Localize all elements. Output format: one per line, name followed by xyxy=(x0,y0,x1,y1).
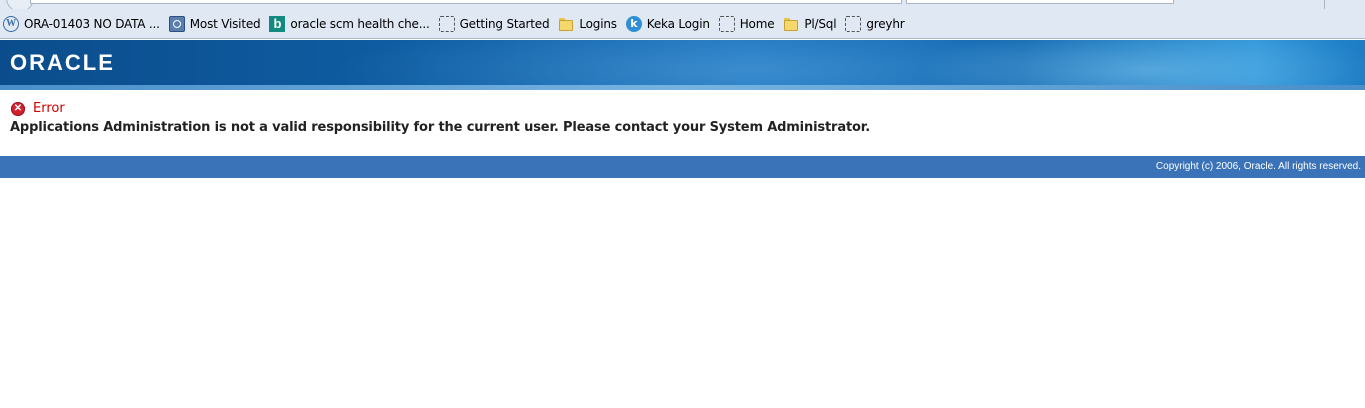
bookmark-getting-started[interactable]: Getting Started xyxy=(438,13,550,35)
bookmark-keka-login[interactable]: k Keka Login xyxy=(625,13,710,35)
copyright-text: Copyright (c) 2006, Oracle. All rights r… xyxy=(1155,161,1361,172)
page-icon xyxy=(845,15,862,32)
error-message: Applications Administration is not a val… xyxy=(10,120,870,135)
bookmark-label: greyhr xyxy=(866,16,905,31)
bookmark-label: Logins xyxy=(579,16,617,31)
keka-icon: k xyxy=(625,15,642,32)
bookmark-ora-01403[interactable]: W ORA-01403 NO DATA ... xyxy=(3,13,160,35)
bookmark-label: Home xyxy=(739,16,775,31)
bookmark-label: Most Visited xyxy=(189,16,261,31)
brand-decoration xyxy=(900,40,1365,90)
error-header: ✕ Error xyxy=(11,101,65,116)
wordpress-icon: W xyxy=(3,15,19,32)
bookmark-label: Pl/Sql xyxy=(804,16,837,31)
error-icon: ✕ xyxy=(11,101,25,116)
oracle-branding-bar: ORACLE xyxy=(0,40,1365,90)
bookmark-folder-plsql[interactable]: Pl/Sql xyxy=(783,13,837,35)
browser-toolbar xyxy=(0,0,1365,12)
footer-bar: Copyright (c) 2006, Oracle. All rights r… xyxy=(0,156,1365,178)
address-bar[interactable] xyxy=(30,0,902,4)
bookmark-label: Keka Login xyxy=(646,16,710,31)
folder-icon xyxy=(783,16,799,32)
bookmark-home[interactable]: Home xyxy=(718,13,775,35)
toolbar-separator xyxy=(1324,0,1325,9)
brand-divider xyxy=(0,85,1365,90)
bookmark-label: Getting Started xyxy=(459,16,550,31)
error-label: Error xyxy=(33,101,65,116)
bookmark-label: oracle scm health che... xyxy=(290,16,430,31)
folder-icon xyxy=(558,16,574,32)
page-icon xyxy=(438,15,455,32)
bookmark-label: ORA-01403 NO DATA ... xyxy=(24,16,160,31)
bookmark-greyhr[interactable]: greyhr xyxy=(845,13,905,35)
search-bar[interactable] xyxy=(906,0,1174,4)
bookmark-folder-logins[interactable]: Logins xyxy=(558,13,617,35)
most-visited-icon xyxy=(168,15,185,32)
bing-icon: b xyxy=(269,15,286,32)
bookmarks-toolbar: W ORA-01403 NO DATA ... Most Visited b o… xyxy=(0,9,1365,39)
page-icon xyxy=(718,15,735,32)
bookmark-most-visited[interactable]: Most Visited xyxy=(168,13,261,35)
oracle-logo: ORACLE xyxy=(10,50,115,75)
bookmark-oracle-scm[interactable]: b oracle scm health che... xyxy=(269,13,430,35)
